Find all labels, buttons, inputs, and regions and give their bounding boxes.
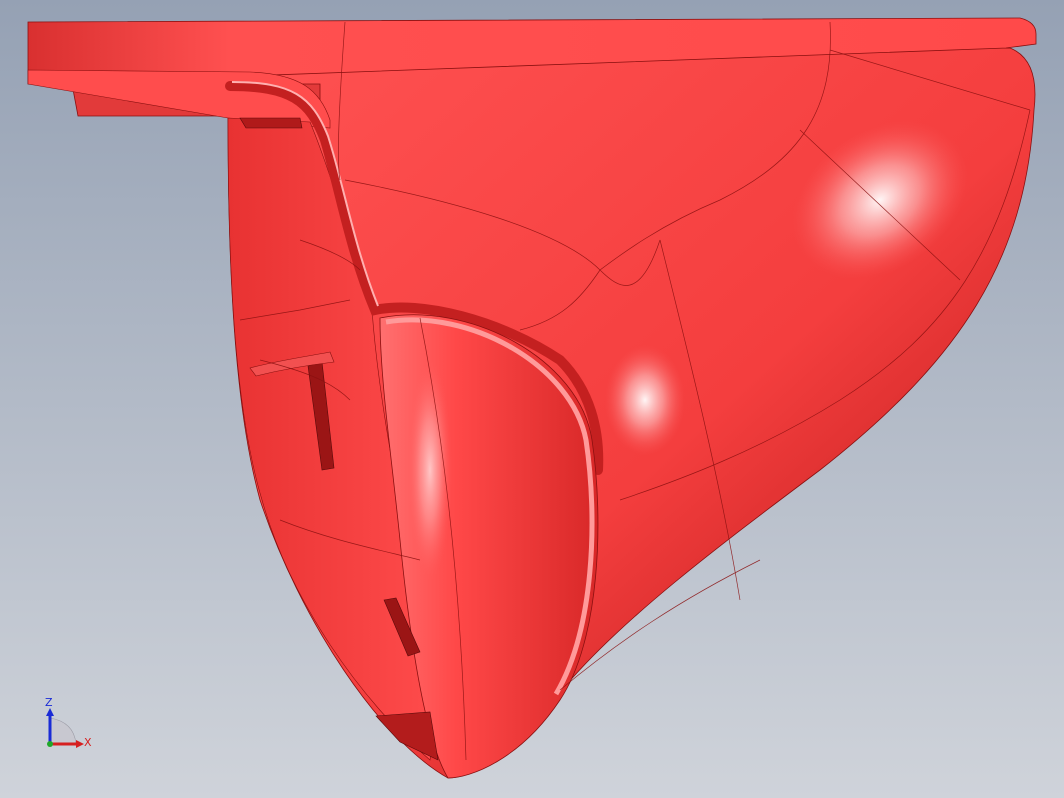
red-shell-model[interactable]	[0, 0, 1064, 798]
y-axis-dot	[47, 741, 53, 747]
shine-lens	[408, 360, 452, 580]
x-axis-label: X	[84, 736, 92, 749]
3d-viewport[interactable]: Z X	[0, 0, 1064, 798]
triad-plane	[49, 717, 77, 745]
z-axis-label: Z	[45, 696, 53, 709]
axis-triad: Z X	[38, 696, 98, 756]
slot-top	[239, 117, 303, 129]
shine-mid	[605, 345, 685, 455]
slot-bottom	[375, 711, 439, 761]
